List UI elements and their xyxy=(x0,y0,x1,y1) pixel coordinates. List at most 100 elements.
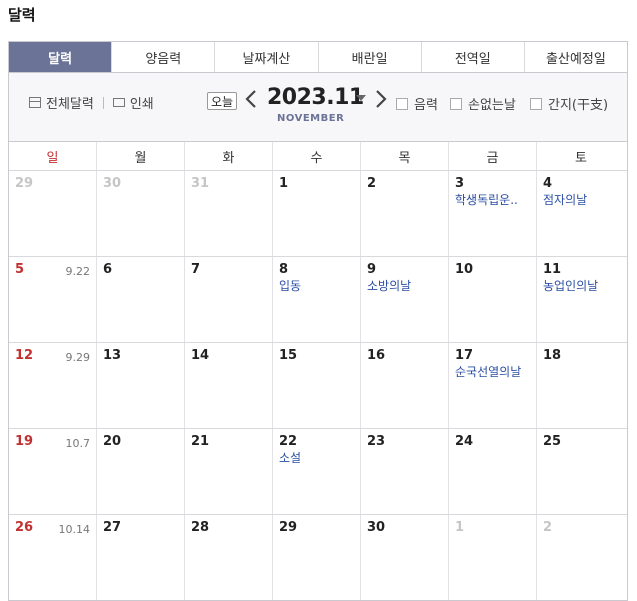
day-number: 3 xyxy=(455,176,465,191)
calendar-day-cell[interactable]: 7 xyxy=(185,257,273,342)
holiday-event[interactable]: 입동 xyxy=(279,278,354,294)
calendar-day-cell[interactable]: 2 xyxy=(361,171,449,256)
chevron-left-icon[interactable] xyxy=(245,89,257,112)
calendar-day-cell[interactable]: 17 순국선열의날 xyxy=(449,343,537,428)
tab-calendar[interactable]: 달력 xyxy=(9,42,113,72)
day-number: 1 xyxy=(279,176,289,191)
day-number: 20 xyxy=(103,434,122,449)
checkbox-label: 간지(干支) xyxy=(548,98,609,113)
printer-icon xyxy=(112,98,125,107)
calendar-day-cell[interactable]: 23 xyxy=(361,429,449,514)
calendar-day-cell[interactable]: 20 xyxy=(97,429,185,514)
full-calendar-label: 전체달력 xyxy=(46,97,94,112)
holiday-event[interactable]: 농업인의날 xyxy=(543,278,619,294)
calendar-day-cell[interactable]: 5 9.22 xyxy=(9,257,97,342)
day-number: 24 xyxy=(455,434,474,449)
ganji-checkbox[interactable]: 간지(干支) xyxy=(530,94,608,113)
calendar-day-cell[interactable]: 26 10.14 xyxy=(9,515,97,600)
calendar-week-row: 29 30 31 1 2 3 학생독립운.. 4 점자의날 xyxy=(9,171,627,257)
calendar-day-cell[interactable]: 30 xyxy=(361,515,449,600)
lunar-date: 9.22 xyxy=(65,265,91,278)
checkbox-box[interactable] xyxy=(530,97,542,110)
today-button[interactable]: 오늘 xyxy=(207,92,237,110)
calendar-toolbar: 전체달력 인쇄 오늘 2023.11 NOVEMBER 음력 손없는날 간지(干… xyxy=(8,73,628,141)
tab-ovulation[interactable]: 배란일 xyxy=(319,42,422,72)
day-number: 2 xyxy=(543,520,553,535)
print-button[interactable]: 인쇄 xyxy=(112,93,154,112)
calendar-day-cell[interactable]: 9 소방의날 xyxy=(361,257,449,342)
lunar-checkbox[interactable]: 음력 xyxy=(396,94,438,113)
calendar-day-cell[interactable]: 18 xyxy=(537,343,625,428)
tab-discharge-date[interactable]: 전역일 xyxy=(422,42,525,72)
calendar-day-cell[interactable]: 3 학생독립운.. xyxy=(449,171,537,256)
lunar-date: 10.14 xyxy=(58,523,91,536)
day-number: 28 xyxy=(191,520,210,535)
calendar-day-cell[interactable]: 19 10.7 xyxy=(9,429,97,514)
calendar-week-row: 19 10.7 20 21 22 소설 23 24 25 xyxy=(9,429,627,515)
tab-bar: 달력 양음력 날짜계산 배란일 전역일 출산예정일 xyxy=(8,41,628,73)
calendar-day-cell[interactable]: 6 xyxy=(97,257,185,342)
calendar-day-cell[interactable]: 12 9.29 xyxy=(9,343,97,428)
day-number: 27 xyxy=(103,520,122,535)
weekday-label: 수 xyxy=(273,142,361,170)
calendar-day-cell[interactable]: 29 xyxy=(273,515,361,600)
day-number: 1 xyxy=(455,520,465,535)
calendar-day-cell[interactable]: 8 입동 xyxy=(273,257,361,342)
holiday-event[interactable]: 소설 xyxy=(279,450,354,466)
calendar-day-cell[interactable]: 4 점자의날 xyxy=(537,171,625,256)
day-number: 14 xyxy=(191,348,210,363)
calendar-day-cell[interactable]: 21 xyxy=(185,429,273,514)
no-evil-day-checkbox[interactable]: 손없는날 xyxy=(450,94,516,113)
day-number: 13 xyxy=(103,348,122,363)
weekday-label: 일 xyxy=(9,142,97,170)
calendar-day-cell[interactable]: 1 xyxy=(449,515,537,600)
calendar-week-row: 5 9.22 6 7 8 입동 9 소방의날 10 11 농업인의날 xyxy=(9,257,627,343)
day-number: 30 xyxy=(103,176,122,191)
calendar-day-cell[interactable]: 11 농업인의날 xyxy=(537,257,625,342)
checkbox-box[interactable] xyxy=(396,97,408,110)
holiday-event[interactable]: 순국선열의날 xyxy=(455,364,530,380)
calendar-day-cell[interactable]: 2 xyxy=(537,515,625,600)
holiday-event[interactable]: 학생독립운.. xyxy=(455,192,530,208)
holiday-event[interactable]: 소방의날 xyxy=(367,278,442,294)
chevron-down-icon[interactable] xyxy=(356,95,366,101)
tab-solar-lunar[interactable]: 양음력 xyxy=(112,42,216,72)
calendar-day-cell[interactable]: 15 xyxy=(273,343,361,428)
day-number: 29 xyxy=(279,520,298,535)
calendar-day-cell[interactable]: 16 xyxy=(361,343,449,428)
day-number: 8 xyxy=(279,262,289,277)
current-month: 2023.11 xyxy=(267,85,364,110)
checkbox-label: 손없는날 xyxy=(468,98,516,113)
chevron-right-icon[interactable] xyxy=(375,89,387,112)
day-number: 29 xyxy=(15,176,34,191)
tab-due-date[interactable]: 출산예정일 xyxy=(525,42,627,72)
calendar-day-cell[interactable]: 28 xyxy=(185,515,273,600)
calendar-day-cell[interactable]: 31 xyxy=(185,171,273,256)
weekday-header: 일 월 화 수 목 금 토 xyxy=(9,142,627,171)
tab-date-calc[interactable]: 날짜계산 xyxy=(215,42,319,72)
calendar-day-cell[interactable]: 1 xyxy=(273,171,361,256)
holiday-event[interactable]: 점자의날 xyxy=(543,192,619,208)
calendar-day-cell[interactable]: 10 xyxy=(449,257,537,342)
calendar-day-cell[interactable]: 14 xyxy=(185,343,273,428)
calendar-day-cell[interactable]: 13 xyxy=(97,343,185,428)
month-name: NOVEMBER xyxy=(277,113,345,124)
day-number: 31 xyxy=(191,176,210,191)
calendar-day-cell[interactable]: 27 xyxy=(97,515,185,600)
day-number: 22 xyxy=(279,434,298,449)
calendar-day-cell[interactable]: 24 xyxy=(449,429,537,514)
calendar-day-cell[interactable]: 29 xyxy=(9,171,97,256)
checkbox-box[interactable] xyxy=(450,97,462,110)
calendar-day-cell[interactable]: 25 xyxy=(537,429,625,514)
full-calendar-button[interactable]: 전체달력 xyxy=(29,93,94,112)
calendar-day-cell[interactable]: 22 소설 xyxy=(273,429,361,514)
calendar-icon xyxy=(29,97,41,108)
calendar-week-row: 26 10.14 27 28 29 30 1 2 xyxy=(9,515,627,600)
day-number: 7 xyxy=(191,262,201,277)
calendar-week-row: 12 9.29 13 14 15 16 17 순국선열의날 18 xyxy=(9,343,627,429)
day-number: 10 xyxy=(455,262,474,277)
day-number: 18 xyxy=(543,348,562,363)
calendar-day-cell[interactable]: 30 xyxy=(97,171,185,256)
day-number: 2 xyxy=(367,176,377,191)
day-number: 21 xyxy=(191,434,210,449)
